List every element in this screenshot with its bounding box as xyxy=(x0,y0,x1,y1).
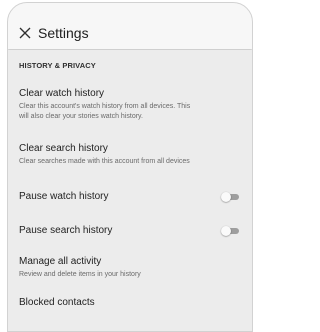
phone-frame: Settings HISTORY & PRIVACY Clear watch h… xyxy=(7,2,253,332)
clear-search-history-label: Clear search history xyxy=(19,143,108,154)
pause-watch-history-item[interactable]: Pause watch history xyxy=(19,190,241,203)
pause-watch-history-label: Pause watch history xyxy=(19,191,109,202)
page-title: Settings xyxy=(38,25,89,41)
app-bar: Settings xyxy=(8,3,252,49)
section-header-history-privacy: HISTORY & PRIVACY xyxy=(19,61,96,70)
toggle-thumb xyxy=(221,226,231,236)
clear-search-history-item[interactable]: Clear search history Clear searches made… xyxy=(19,142,241,167)
pause-search-history-item[interactable]: Pause search history xyxy=(19,224,241,237)
toggle-thumb xyxy=(221,192,231,202)
pause-search-history-label: Pause search history xyxy=(19,225,113,236)
clear-watch-history-description: Clear this account's watch history from … xyxy=(19,103,191,120)
blocked-contacts-item[interactable]: Blocked contacts xyxy=(19,296,241,309)
settings-list: HISTORY & PRIVACY Clear watch history Cl… xyxy=(8,50,252,331)
blocked-contacts-label: Blocked contacts xyxy=(19,297,95,308)
clear-watch-history-item[interactable]: Clear watch history Clear this account's… xyxy=(19,87,241,121)
pause-search-history-toggle[interactable] xyxy=(221,226,239,236)
manage-all-activity-item[interactable]: Manage all activity Review and delete it… xyxy=(19,255,241,280)
clear-search-history-description: Clear searches made with this account fr… xyxy=(19,158,190,165)
pause-watch-history-toggle[interactable] xyxy=(221,192,239,202)
manage-all-activity-label: Manage all activity xyxy=(19,256,102,267)
clear-watch-history-label: Clear watch history xyxy=(19,88,105,99)
manage-all-activity-description: Review and delete items in your history xyxy=(19,271,141,278)
close-icon[interactable] xyxy=(16,24,34,42)
